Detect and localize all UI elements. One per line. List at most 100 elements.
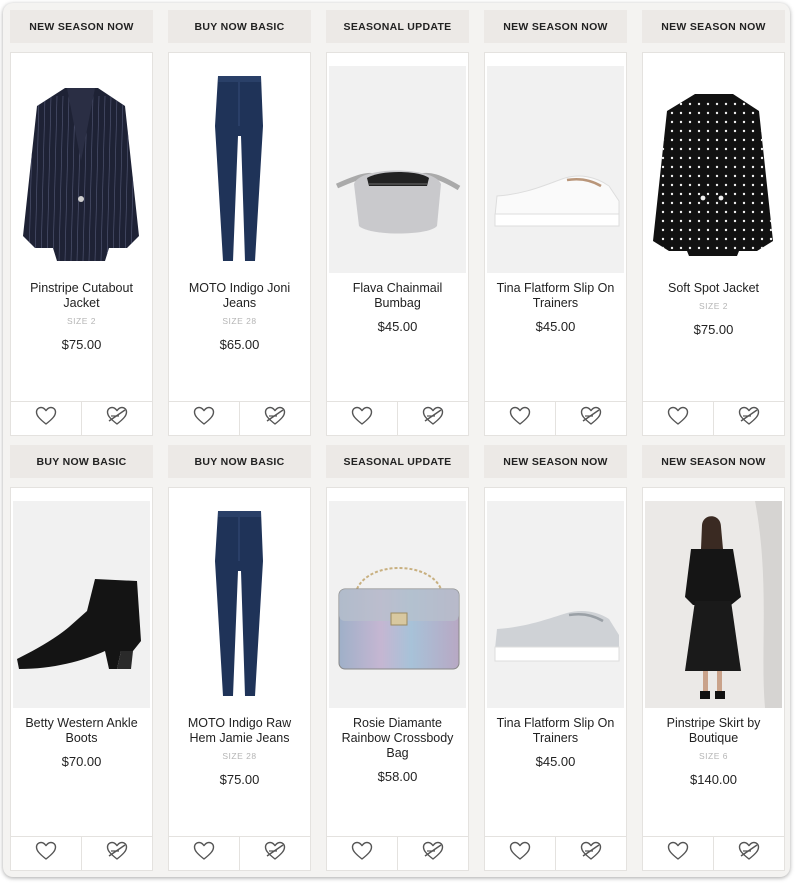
product-tag: BUY NOW BASIC [168,445,311,478]
product-image[interactable] [171,66,308,273]
product-card[interactable]: Tina Flatform Slip On Trainers $45.00 [484,487,627,871]
product-name[interactable]: MOTO Indigo Joni Jeans [189,281,290,310]
product-name[interactable]: Betty Western Ankle Boots [25,716,137,745]
product-actions [327,401,468,435]
product-name[interactable]: MOTO Indigo Raw Hem Jamie Jeans [188,716,291,745]
wishlist-button[interactable] [11,837,81,870]
dislike-button[interactable] [397,837,468,870]
heart-icon [193,841,215,866]
product-name[interactable]: Pinstripe Cutabout Jacket [30,281,133,310]
product-card[interactable]: Tina Flatform Slip On Trainers $45.00 [484,52,627,436]
wishlist-button[interactable] [485,837,555,870]
product-tile: BUY NOW BASIC MOTO Indigo Joni Jeans SIZ… [168,10,311,436]
dislike-button[interactable] [239,837,310,870]
wishlist-button[interactable] [327,402,397,435]
product-size: SIZE 2 [699,301,728,311]
product-card[interactable]: Soft Spot Jacket SIZE 2 $75.00 [642,52,785,436]
product-image[interactable] [329,66,466,273]
heart-icon [35,841,57,866]
product-card[interactable]: Pinstripe Skirt by Boutique SIZE 6 $140.… [642,487,785,871]
product-name[interactable]: Tina Flatform Slip On Trainers [497,716,615,745]
product-price: $45.00 [377,319,418,334]
product-tag: NEW SEASON NOW [642,445,785,478]
dislike-button[interactable] [713,402,784,435]
product-tag: NEW SEASON NOW [484,10,627,43]
dislike-button[interactable] [81,402,152,435]
dislike-button[interactable] [239,402,310,435]
product-actions [169,401,310,435]
broken-heart-icon [580,841,602,866]
product-price: $45.00 [535,754,576,769]
product-tile: NEW SEASON NOW Soft Spot Jacket SIZE 2 $… [642,10,785,436]
product-name[interactable]: Pinstripe Skirt by Boutique [667,716,761,745]
product-card[interactable]: Flava Chainmail Bumbag $45.00 [326,52,469,436]
product-actions [485,836,626,870]
wishlist-button[interactable] [643,402,713,435]
broken-heart-icon [422,841,444,866]
broken-heart-icon [264,841,286,866]
product-actions [11,401,152,435]
heart-icon [509,841,531,866]
wishlist-button[interactable] [327,837,397,870]
wishlist-button[interactable] [643,837,713,870]
product-size: SIZE 28 [222,316,257,326]
product-grid: NEW SEASON NOW Pinstripe Cutabout Jacket… [3,3,790,877]
product-price: $75.00 [61,337,102,352]
wishlist-button[interactable] [169,837,239,870]
product-actions [327,836,468,870]
product-tile: SEASONAL UPDATE Flava Chainmail Bumbag $… [326,10,469,436]
broken-heart-icon [580,406,602,431]
product-tile: NEW SEASON NOW Pinstripe Cutabout Jacket… [10,10,153,436]
product-tag: NEW SEASON NOW [484,445,627,478]
product-tile: BUY NOW BASIC MOTO Indigo Raw Hem Jamie … [168,445,311,871]
broken-heart-icon [738,841,760,866]
dislike-button[interactable] [555,402,626,435]
product-tag: SEASONAL UPDATE [326,445,469,478]
product-name[interactable]: Flava Chainmail Bumbag [353,281,443,310]
product-price: $58.00 [377,769,418,784]
product-size: SIZE 6 [699,751,728,761]
product-image[interactable] [645,66,782,273]
product-actions [485,401,626,435]
heart-icon [509,406,531,431]
product-image[interactable] [13,501,150,708]
wishlist-button[interactable] [169,402,239,435]
dislike-button[interactable] [81,837,152,870]
heart-icon [667,841,689,866]
product-tile: BUY NOW BASIC Betty Western Ankle Boots … [10,445,153,871]
wishlist-button[interactable] [11,402,81,435]
product-price: $65.00 [219,337,260,352]
product-grid-panel: NEW SEASON NOW Pinstripe Cutabout Jacket… [3,3,790,877]
product-card[interactable]: MOTO Indigo Joni Jeans SIZE 28 $65.00 [168,52,311,436]
dislike-button[interactable] [555,837,626,870]
broken-heart-icon [106,406,128,431]
product-price: $70.00 [61,754,102,769]
product-card[interactable]: Rosie Diamante Rainbow Crossbody Bag $58… [326,487,469,871]
product-card[interactable]: MOTO Indigo Raw Hem Jamie Jeans SIZE 28 … [168,487,311,871]
product-image[interactable] [487,501,624,708]
product-price: $75.00 [219,772,260,787]
product-image[interactable] [13,66,150,273]
product-tag: SEASONAL UPDATE [326,10,469,43]
product-name[interactable]: Soft Spot Jacket [668,281,759,295]
heart-icon [351,841,373,866]
product-card[interactable]: Pinstripe Cutabout Jacket SIZE 2 $75.00 [10,52,153,436]
product-tag: NEW SEASON NOW [642,10,785,43]
product-image[interactable] [645,501,782,708]
product-actions [11,836,152,870]
product-size: SIZE 28 [222,751,257,761]
dislike-button[interactable] [713,837,784,870]
product-image[interactable] [329,501,466,708]
dislike-button[interactable] [397,402,468,435]
product-name[interactable]: Tina Flatform Slip On Trainers [497,281,615,310]
product-name[interactable]: Rosie Diamante Rainbow Crossbody Bag [342,716,454,760]
product-card[interactable]: Betty Western Ankle Boots $70.00 [10,487,153,871]
product-tile: NEW SEASON NOW Pinstripe Skirt by Boutiq… [642,445,785,871]
broken-heart-icon [264,406,286,431]
product-price: $45.00 [535,319,576,334]
product-image[interactable] [171,501,308,708]
heart-icon [667,406,689,431]
product-image[interactable] [487,66,624,273]
product-price: $140.00 [690,772,737,787]
wishlist-button[interactable] [485,402,555,435]
